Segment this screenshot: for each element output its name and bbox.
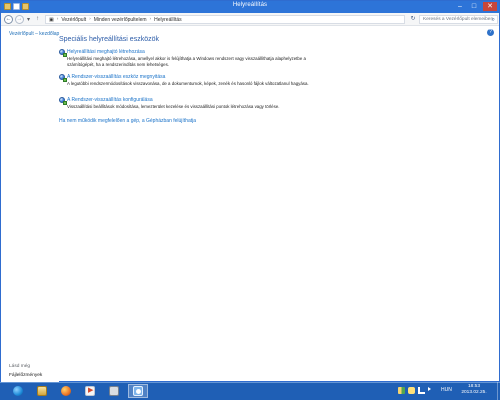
control-panel-taskbar-button[interactable]: [128, 384, 148, 398]
file-history-link[interactable]: Fájlelőzmények: [9, 373, 42, 378]
firefox-icon: [61, 386, 71, 396]
system-restore-link[interactable]: A Rendszer-visszaállítás eszköz megnyitá…: [59, 74, 312, 82]
breadcrumb-separator-icon: ›: [56, 16, 59, 22]
action-center-icon[interactable]: [398, 387, 405, 394]
recovery-shield-icon: [59, 49, 67, 57]
search-input[interactable]: Keresés a Vezérlőpult elemeiben ⌕: [419, 15, 498, 24]
media-player-icon: [85, 386, 95, 396]
tool-description: Helyreállítási meghajtó létrehozása, ame…: [67, 56, 306, 67]
tool-description: A legutóbbi rendszermódosítások visszavo…: [67, 81, 309, 86]
control-panel-home-link[interactable]: Vezérlőpult – kezdőlap: [9, 31, 59, 37]
search-placeholder: Keresés a Vezérlőpult elemeiben: [423, 17, 494, 22]
clock-date: 2013.02.25.: [461, 390, 487, 395]
refresh-icon[interactable]: ↻: [409, 15, 417, 24]
recovery-drive-tool: Helyreállítási meghajtó létrehozása Hely…: [59, 49, 312, 68]
security-icon[interactable]: [408, 387, 415, 394]
media-player-button[interactable]: [80, 384, 100, 398]
recent-locations-icon[interactable]: ▾: [27, 16, 30, 23]
window-title: Helyreállítás: [232, 2, 268, 8]
breadcrumb-item[interactable]: Helyreállítás: [154, 16, 182, 24]
back-button[interactable]: ←: [4, 15, 13, 24]
help-icon[interactable]: ?: [487, 29, 494, 36]
system-restore-tool: A Rendszer-visszaállítás eszköz megnyitá…: [59, 74, 312, 87]
configure-restore-link[interactable]: A Rendszer-visszaállítás konfigurálása: [59, 97, 312, 105]
see-also-title: Lásd még: [9, 364, 31, 369]
network-icon[interactable]: [418, 387, 425, 394]
search-icon[interactable]: ⌕: [492, 16, 495, 23]
maximize-button[interactable]: □: [469, 2, 479, 11]
volume-icon[interactable]: [428, 387, 431, 391]
tool-title[interactable]: A Rendszer-visszaállítás eszköz megnyitá…: [67, 74, 165, 80]
title-bar[interactable]: Helyreállítás – □ ✕: [1, 1, 499, 13]
up-icon[interactable]: ↑: [36, 16, 39, 22]
address-toolbar: ← → ▾ ↑ ▣ › Vezérlőpult › Minden vezérlő…: [1, 13, 499, 26]
control-panel-window: Helyreállítás – □ ✕ ← → ▾ ↑ ▣ › Vezérlőp…: [0, 0, 500, 382]
language-indicator[interactable]: HUN: [441, 387, 452, 393]
configure-shield-icon: [59, 97, 67, 105]
firefox-button[interactable]: [56, 384, 76, 398]
configure-restore-tool: A Rendszer-visszaállítás konfigurálása V…: [59, 97, 312, 110]
close-button[interactable]: ✕: [483, 2, 497, 11]
restore-shield-icon: [59, 74, 67, 82]
recovery-drive-link[interactable]: Helyreállítási meghajtó létrehozása: [59, 49, 312, 57]
forward-button[interactable]: →: [15, 15, 24, 24]
folder-icon: [37, 386, 47, 396]
minimize-button[interactable]: –: [455, 2, 465, 11]
breadcrumb-item[interactable]: Minden vezérlőpultelem: [94, 16, 147, 24]
tool-title[interactable]: A Rendszer-visszaállítás konfigurálása: [67, 97, 153, 103]
internet-explorer-button[interactable]: [8, 384, 28, 398]
breadcrumb-item[interactable]: Vezérlőpult: [61, 16, 86, 24]
calculator-icon: [109, 386, 119, 396]
breadcrumb-separator-icon: ›: [89, 16, 91, 22]
window-controls: – □ ✕: [455, 2, 497, 11]
tool-description: Visszaállítási beállítások módosítása, l…: [67, 104, 280, 109]
system-tray: HUN 18:53 2013.02.25.: [390, 382, 500, 400]
breadcrumb-separator-icon: ›: [149, 16, 152, 22]
taskbar: HUN 18:53 2013.02.25.: [0, 382, 500, 400]
calculator-button[interactable]: [104, 384, 124, 398]
pc-settings-link[interactable]: Ha nem működik megfelelően a gép, a Géph…: [59, 118, 196, 124]
tool-title[interactable]: Helyreállítási meghajtó létrehozása: [67, 49, 145, 55]
control-panel-crumb-icon: ▣: [49, 16, 54, 23]
file-explorer-button[interactable]: [32, 384, 52, 398]
page-title: Speciális helyreállítási eszközök: [59, 36, 159, 43]
clock[interactable]: 18:53 2013.02.25.: [457, 384, 491, 396]
internet-explorer-icon: [13, 386, 23, 396]
control-panel-icon: [133, 386, 143, 396]
sidebar: Vezérlőpult – kezdőlap Lásd még Fájlelőz…: [1, 26, 59, 382]
breadcrumb[interactable]: ▣ › Vezérlőpult › Minden vezérlőpultelem…: [45, 15, 405, 24]
